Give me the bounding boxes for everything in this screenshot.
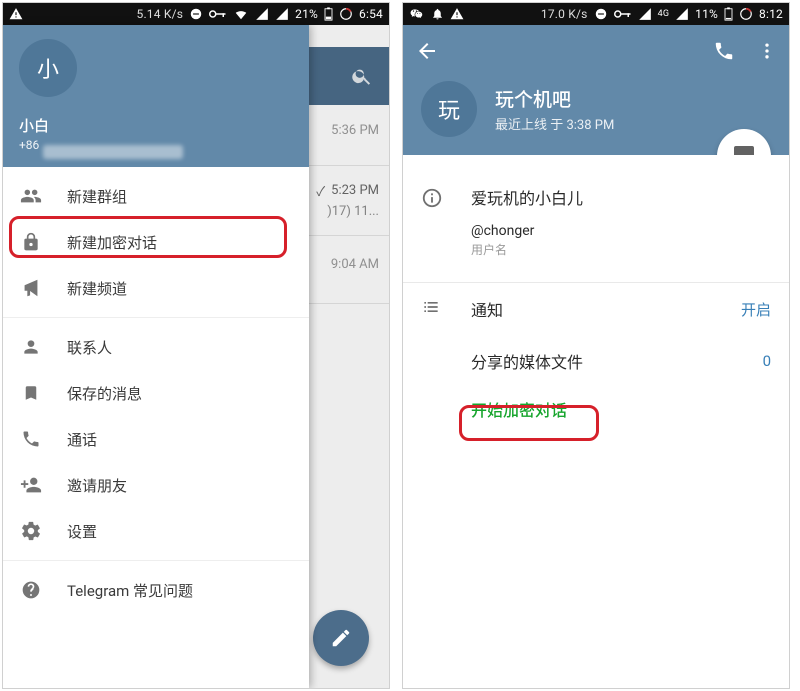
network-speed: 17.0 K/s <box>541 7 588 21</box>
phone-left: 5.14 K/s 21% 6:54 5:36 PM ✓ 5:23 PM )17)… <box>2 2 390 689</box>
drawer-item-label: 通话 <box>67 429 97 450</box>
phone-icon <box>19 429 43 449</box>
battery-percent: 21% <box>295 7 318 21</box>
info-section: 爱玩机的小白儿 @chonger 用户名 <box>403 155 789 268</box>
signal-icon <box>275 7 289 21</box>
drawer-item-invite[interactable]: 邀请朋友 <box>3 462 309 508</box>
battery-icon <box>324 7 333 21</box>
clock: 6:54 <box>359 7 383 21</box>
pencil-icon <box>330 627 352 649</box>
divider <box>3 317 309 318</box>
drawer-item-label: 新建群组 <box>67 186 127 207</box>
contact-icon <box>19 337 43 357</box>
username-caption: 用户名 <box>471 241 771 258</box>
megaphone-icon <box>19 277 43 299</box>
dnd-icon <box>189 7 203 21</box>
warning-icon <box>9 7 23 21</box>
wifi-icon <box>233 7 249 21</box>
signal-icon <box>255 7 269 21</box>
back-button[interactable] <box>415 39 439 67</box>
profile-body: 爱玩机的小白儿 @chonger 用户名 通知 开启 分享的媒体文件 0 开始加… <box>403 155 789 688</box>
battery-icon <box>724 7 733 21</box>
signal-icon <box>638 7 652 21</box>
chat-preview: )17) 11... <box>327 204 379 219</box>
redacted-blur <box>43 145 183 159</box>
display-name: 爱玩机的小白儿 <box>471 185 771 209</box>
search-icon[interactable] <box>351 65 373 87</box>
row-value: 0 <box>763 352 771 370</box>
user-name: 小白 <box>19 115 293 136</box>
drawer-item-label: 联系人 <box>67 337 112 358</box>
bell-icon <box>431 7 444 21</box>
drawer-item-contacts[interactable]: 联系人 <box>3 324 309 370</box>
person-add-icon <box>19 474 43 496</box>
more-vert-icon <box>757 40 777 62</box>
drawer-item-label: 设置 <box>67 521 97 542</box>
user-avatar[interactable]: 小 <box>19 39 77 97</box>
chat-time: 9:04 AM <box>331 257 379 272</box>
row-notifications[interactable]: 通知 开启 <box>403 283 789 335</box>
signal-icon <box>675 7 689 21</box>
chat-time: 5:36 PM <box>331 123 379 138</box>
arrow-back-icon <box>415 39 439 63</box>
nav-drawer: 小 小白 +86 新建群组 新建加密对话 新建频道 联系人 <box>3 25 309 688</box>
phone-icon <box>713 40 735 62</box>
row-shared-media[interactable]: 分享的媒体文件 0 <box>403 335 789 387</box>
divider <box>3 560 309 561</box>
drawer-header[interactable]: 小 小白 +86 <box>3 25 309 167</box>
list-icon <box>421 297 445 321</box>
network-type: 4G <box>658 9 670 19</box>
drawer-item-label: 新建加密对话 <box>67 232 157 253</box>
delivered-check-icon: ✓ <box>316 181 325 200</box>
clock-ring-icon <box>739 7 753 21</box>
username[interactable]: @chonger <box>471 223 771 239</box>
drawer-item-label: 新建频道 <box>67 278 127 299</box>
gear-icon <box>19 520 43 542</box>
more-button[interactable] <box>757 40 777 66</box>
info-icon <box>421 185 445 258</box>
network-speed: 5.14 K/s <box>137 7 184 21</box>
warning-icon <box>450 7 464 21</box>
row-start-secret-chat[interactable]: 开始加密对话 <box>403 387 789 435</box>
clock: 8:12 <box>759 7 783 21</box>
key-icon <box>614 8 632 20</box>
statusbar: 5.14 K/s 21% 6:54 <box>3 3 389 25</box>
avatar-initial: 小 <box>37 52 59 84</box>
row-value: 开启 <box>741 299 771 320</box>
drawer-item-saved-messages[interactable]: 保存的消息 <box>3 370 309 416</box>
bookmark-icon <box>19 383 43 403</box>
drawer-list: 新建群组 新建加密对话 新建频道 联系人 保存的消息 通话 <box>3 167 309 619</box>
battery-percent: 11% <box>695 7 718 21</box>
drawer-item-label: Telegram 常见问题 <box>67 580 193 601</box>
help-icon <box>19 580 43 600</box>
compose-fab[interactable] <box>313 610 369 666</box>
row-label: 分享的媒体文件 <box>471 349 583 373</box>
statusbar: 17.0 K/s 4G 11% 8:12 <box>403 3 789 25</box>
wechat-icon <box>409 7 425 21</box>
profile-avatar[interactable]: 玩 <box>421 81 477 137</box>
drawer-item-label: 保存的消息 <box>67 383 142 404</box>
drawer-item-label: 邀请朋友 <box>67 475 127 496</box>
call-button[interactable] <box>713 40 735 66</box>
key-icon <box>209 8 227 20</box>
profile-name: 玩个机吧 <box>495 85 614 112</box>
drawer-item-calls[interactable]: 通话 <box>3 416 309 462</box>
toolbar <box>403 25 789 81</box>
clock-ring-icon <box>339 7 353 21</box>
drawer-item-new-channel[interactable]: 新建频道 <box>3 265 309 311</box>
profile-status: 最近上线 于 3:38 PM <box>495 114 614 133</box>
row-label: 通知 <box>471 297 715 321</box>
drawer-item-faq[interactable]: Telegram 常见问题 <box>3 567 309 613</box>
phone-right: 17.0 K/s 4G 11% 8:12 <box>402 2 790 689</box>
lock-icon <box>19 232 43 252</box>
avatar-initial: 玩 <box>438 93 460 125</box>
dnd-icon <box>594 7 608 21</box>
start-secret-chat-label: 开始加密对话 <box>471 397 567 421</box>
drawer-item-settings[interactable]: 设置 <box>3 508 309 554</box>
drawer-item-new-group[interactable]: 新建群组 <box>3 173 309 219</box>
group-icon <box>19 185 43 207</box>
drawer-item-new-secret-chat[interactable]: 新建加密对话 <box>3 219 309 265</box>
chat-time: 5:23 PM <box>331 183 379 198</box>
